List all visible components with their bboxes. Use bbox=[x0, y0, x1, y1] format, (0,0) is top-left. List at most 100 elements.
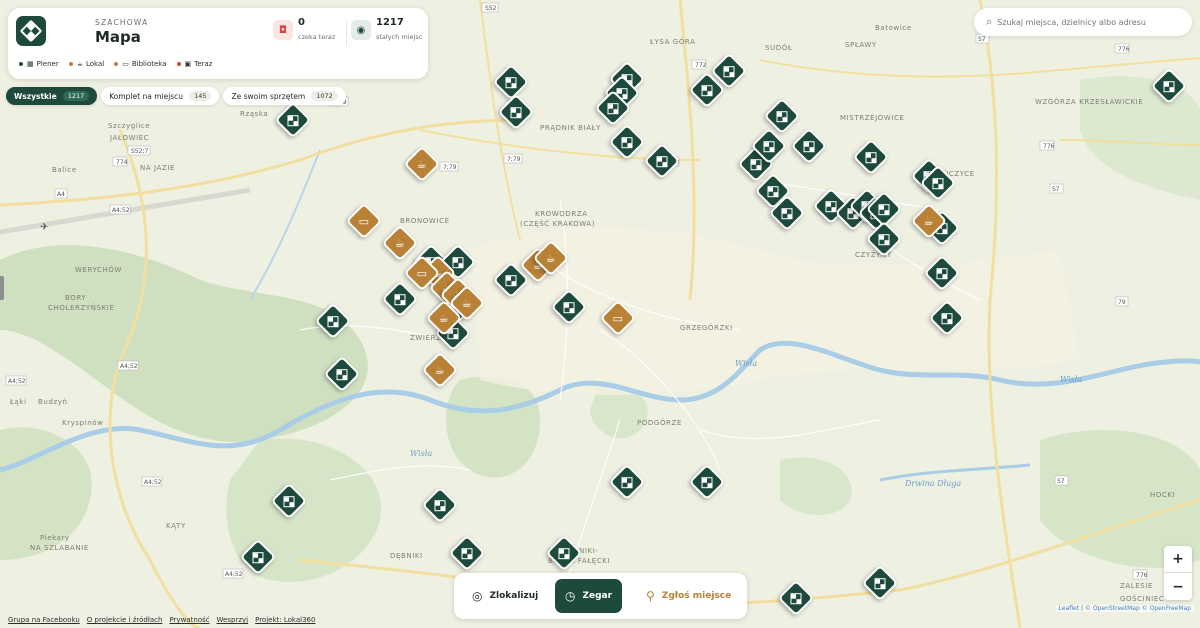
chessboard-icon bbox=[750, 158, 762, 170]
osm-link[interactable]: © OpenStreetMap bbox=[1085, 605, 1140, 612]
chessboard-icon bbox=[505, 76, 517, 88]
svg-text:Piekary: Piekary bbox=[40, 534, 70, 542]
svg-text:KROWODRZA: KROWODRZA bbox=[535, 210, 588, 218]
stat-places: ◉ 1217 stałych miejsc bbox=[351, 17, 422, 43]
svg-text:GOŚCINIEC: GOŚCINIEC bbox=[1120, 594, 1164, 603]
chessboard-icon bbox=[790, 592, 802, 604]
svg-text:A4;52: A4;52 bbox=[120, 363, 138, 370]
chessboard-icon bbox=[452, 256, 464, 268]
legend-item-plener: ▦ Plener bbox=[19, 60, 59, 68]
pin-icon: ⚲ bbox=[646, 589, 655, 603]
svg-text:Wisła: Wisła bbox=[1060, 375, 1082, 384]
cup-icon: ☕ bbox=[435, 363, 445, 377]
svg-text:A4: A4 bbox=[57, 191, 65, 198]
svg-text:ZALESIE: ZALESIE bbox=[1120, 582, 1153, 590]
chessboard-icon bbox=[558, 547, 570, 559]
report-label: Zgłoś miejsce bbox=[661, 591, 732, 601]
svg-text:774: 774 bbox=[116, 159, 128, 166]
chessboard-icon bbox=[932, 177, 944, 189]
legend-dot bbox=[114, 62, 119, 66]
svg-text:NA JAZIE: NA JAZIE bbox=[140, 164, 175, 172]
footer-link-facebook[interactable]: Grupa na Facebooku bbox=[8, 616, 80, 624]
side-drawer-handle[interactable] bbox=[0, 276, 4, 300]
filter-all[interactable]: Wszystkie 1217 bbox=[6, 87, 98, 105]
report-place-button[interactable]: ⚲ Zgłoś miejsce bbox=[636, 579, 741, 613]
svg-text:A4;52: A4;52 bbox=[144, 479, 162, 486]
cup-icon: ☕ bbox=[439, 311, 450, 325]
cup-icon: ☕ bbox=[546, 251, 557, 265]
app-logo[interactable] bbox=[16, 16, 46, 46]
filter-label: Ze swoim sprzętem bbox=[231, 91, 306, 101]
svg-text:WZGÓRZA KRZESŁAWICKIE: WZGÓRZA KRZESŁAWICKIE bbox=[1035, 97, 1143, 106]
stat-places-label: stałych miejsc bbox=[376, 33, 423, 41]
chessboard-icon bbox=[865, 151, 877, 163]
svg-text:DĘBNIKI: DĘBNIKI bbox=[390, 552, 423, 560]
footer-link-privacy[interactable]: Prywatność bbox=[169, 616, 209, 624]
svg-text:S7: S7 bbox=[978, 36, 986, 43]
search-icon: ⌕ bbox=[986, 15, 993, 28]
filter-label: Komplet na miejscu bbox=[109, 91, 184, 101]
book-icon: ▭ bbox=[612, 311, 623, 325]
legend: ▦ Plener ☕ Lokal ▭ Biblioteka ▣ Teraz bbox=[19, 60, 222, 68]
footer-link-project[interactable]: Projekt: Lokal360 bbox=[255, 616, 315, 624]
svg-text:Szczyglice: Szczyglice bbox=[108, 122, 150, 130]
search-input[interactable] bbox=[997, 17, 1178, 27]
table-icon: ▣ bbox=[184, 60, 192, 68]
svg-text:Wisła: Wisła bbox=[410, 449, 432, 458]
chessboard-icon bbox=[936, 267, 948, 279]
clock-button[interactable]: ◷ Zegar bbox=[555, 579, 623, 613]
filter-count: 1072 bbox=[311, 91, 338, 101]
search-box: ⌕ bbox=[974, 8, 1192, 36]
zoom-in-button[interactable]: + bbox=[1164, 546, 1192, 573]
page-title: Mapa bbox=[95, 28, 141, 46]
svg-text:NA SZLABANIE: NA SZLABANIE bbox=[30, 544, 89, 552]
bottom-action-bar: ◎ Zlokalizuj ◷ Zegar ⚲ Zgłoś miejsce bbox=[454, 573, 747, 619]
svg-text:S52: S52 bbox=[485, 5, 497, 12]
svg-text:S7: S7 bbox=[1057, 478, 1065, 485]
chessboard-icon bbox=[803, 140, 815, 152]
stat-places-value: 1217 bbox=[376, 17, 404, 28]
legend-label: Teraz bbox=[194, 60, 213, 68]
chessboard-icon bbox=[825, 200, 837, 212]
chessboard-icon bbox=[767, 185, 779, 197]
chessboard-icon bbox=[874, 577, 886, 589]
legend-label: Plener bbox=[36, 60, 59, 68]
airport-icon: ✈ bbox=[40, 222, 48, 233]
svg-text:Balice: Balice bbox=[52, 166, 77, 174]
footer-link-support[interactable]: Wesprzyj bbox=[217, 616, 249, 624]
chessboard-icon bbox=[252, 551, 264, 563]
svg-text:Drwina Długa: Drwina Długa bbox=[904, 479, 961, 488]
svg-text:A4;52: A4;52 bbox=[225, 571, 243, 578]
cup-icon: ☕ bbox=[923, 214, 934, 228]
footer-link-about[interactable]: O projekcie i źródłach bbox=[87, 616, 163, 624]
svg-text:Batowice: Batowice bbox=[875, 24, 912, 32]
stat-divider bbox=[346, 20, 347, 46]
cup-icon: ☕ bbox=[76, 60, 83, 68]
svg-text:Budzyń: Budzyń bbox=[38, 398, 68, 406]
clock-label: Zegar bbox=[582, 591, 613, 601]
locate-button[interactable]: ◎ Zlokalizuj bbox=[462, 579, 548, 613]
board-icon: ▦ bbox=[27, 60, 34, 68]
openfreemap-link[interactable]: © OpenFreeMap bbox=[1142, 605, 1191, 612]
chessboard-icon bbox=[283, 495, 295, 507]
book-icon: ▭ bbox=[417, 266, 428, 280]
filter-complete-set[interactable]: Komplet na miejscu 145 bbox=[101, 87, 220, 105]
svg-text:(CZĘŚĆ KRAKOWA): (CZĘŚĆ KRAKOWA) bbox=[520, 219, 595, 228]
table-clock-icon: ◘ bbox=[273, 20, 293, 40]
cup-icon: ☕ bbox=[461, 296, 472, 310]
legend-label: Biblioteka bbox=[131, 60, 167, 68]
svg-text:776: 776 bbox=[1136, 572, 1148, 579]
map-attribution: Leaflet | © OpenStreetMap © OpenFreeMap bbox=[1055, 605, 1194, 612]
leaflet-link[interactable]: Leaflet bbox=[1059, 605, 1079, 612]
stat-waiting: ◘ 0 czeka teraz bbox=[273, 17, 335, 43]
legend-item-lokal: ☕ Lokal bbox=[68, 60, 104, 68]
zoom-out-button[interactable]: − bbox=[1164, 573, 1192, 600]
chessboard-icon bbox=[723, 65, 735, 77]
filter-own-equipment[interactable]: Ze swoim sprzętem 1072 bbox=[223, 87, 346, 105]
chessboard-icon bbox=[19, 19, 43, 43]
stat-waiting-value: 0 bbox=[298, 17, 305, 28]
zoom-control: + − bbox=[1164, 546, 1192, 600]
filter-count: 1217 bbox=[62, 91, 90, 101]
svg-text:SPŁAWY: SPŁAWY bbox=[845, 41, 877, 49]
svg-text:Wisła: Wisła bbox=[735, 359, 757, 368]
